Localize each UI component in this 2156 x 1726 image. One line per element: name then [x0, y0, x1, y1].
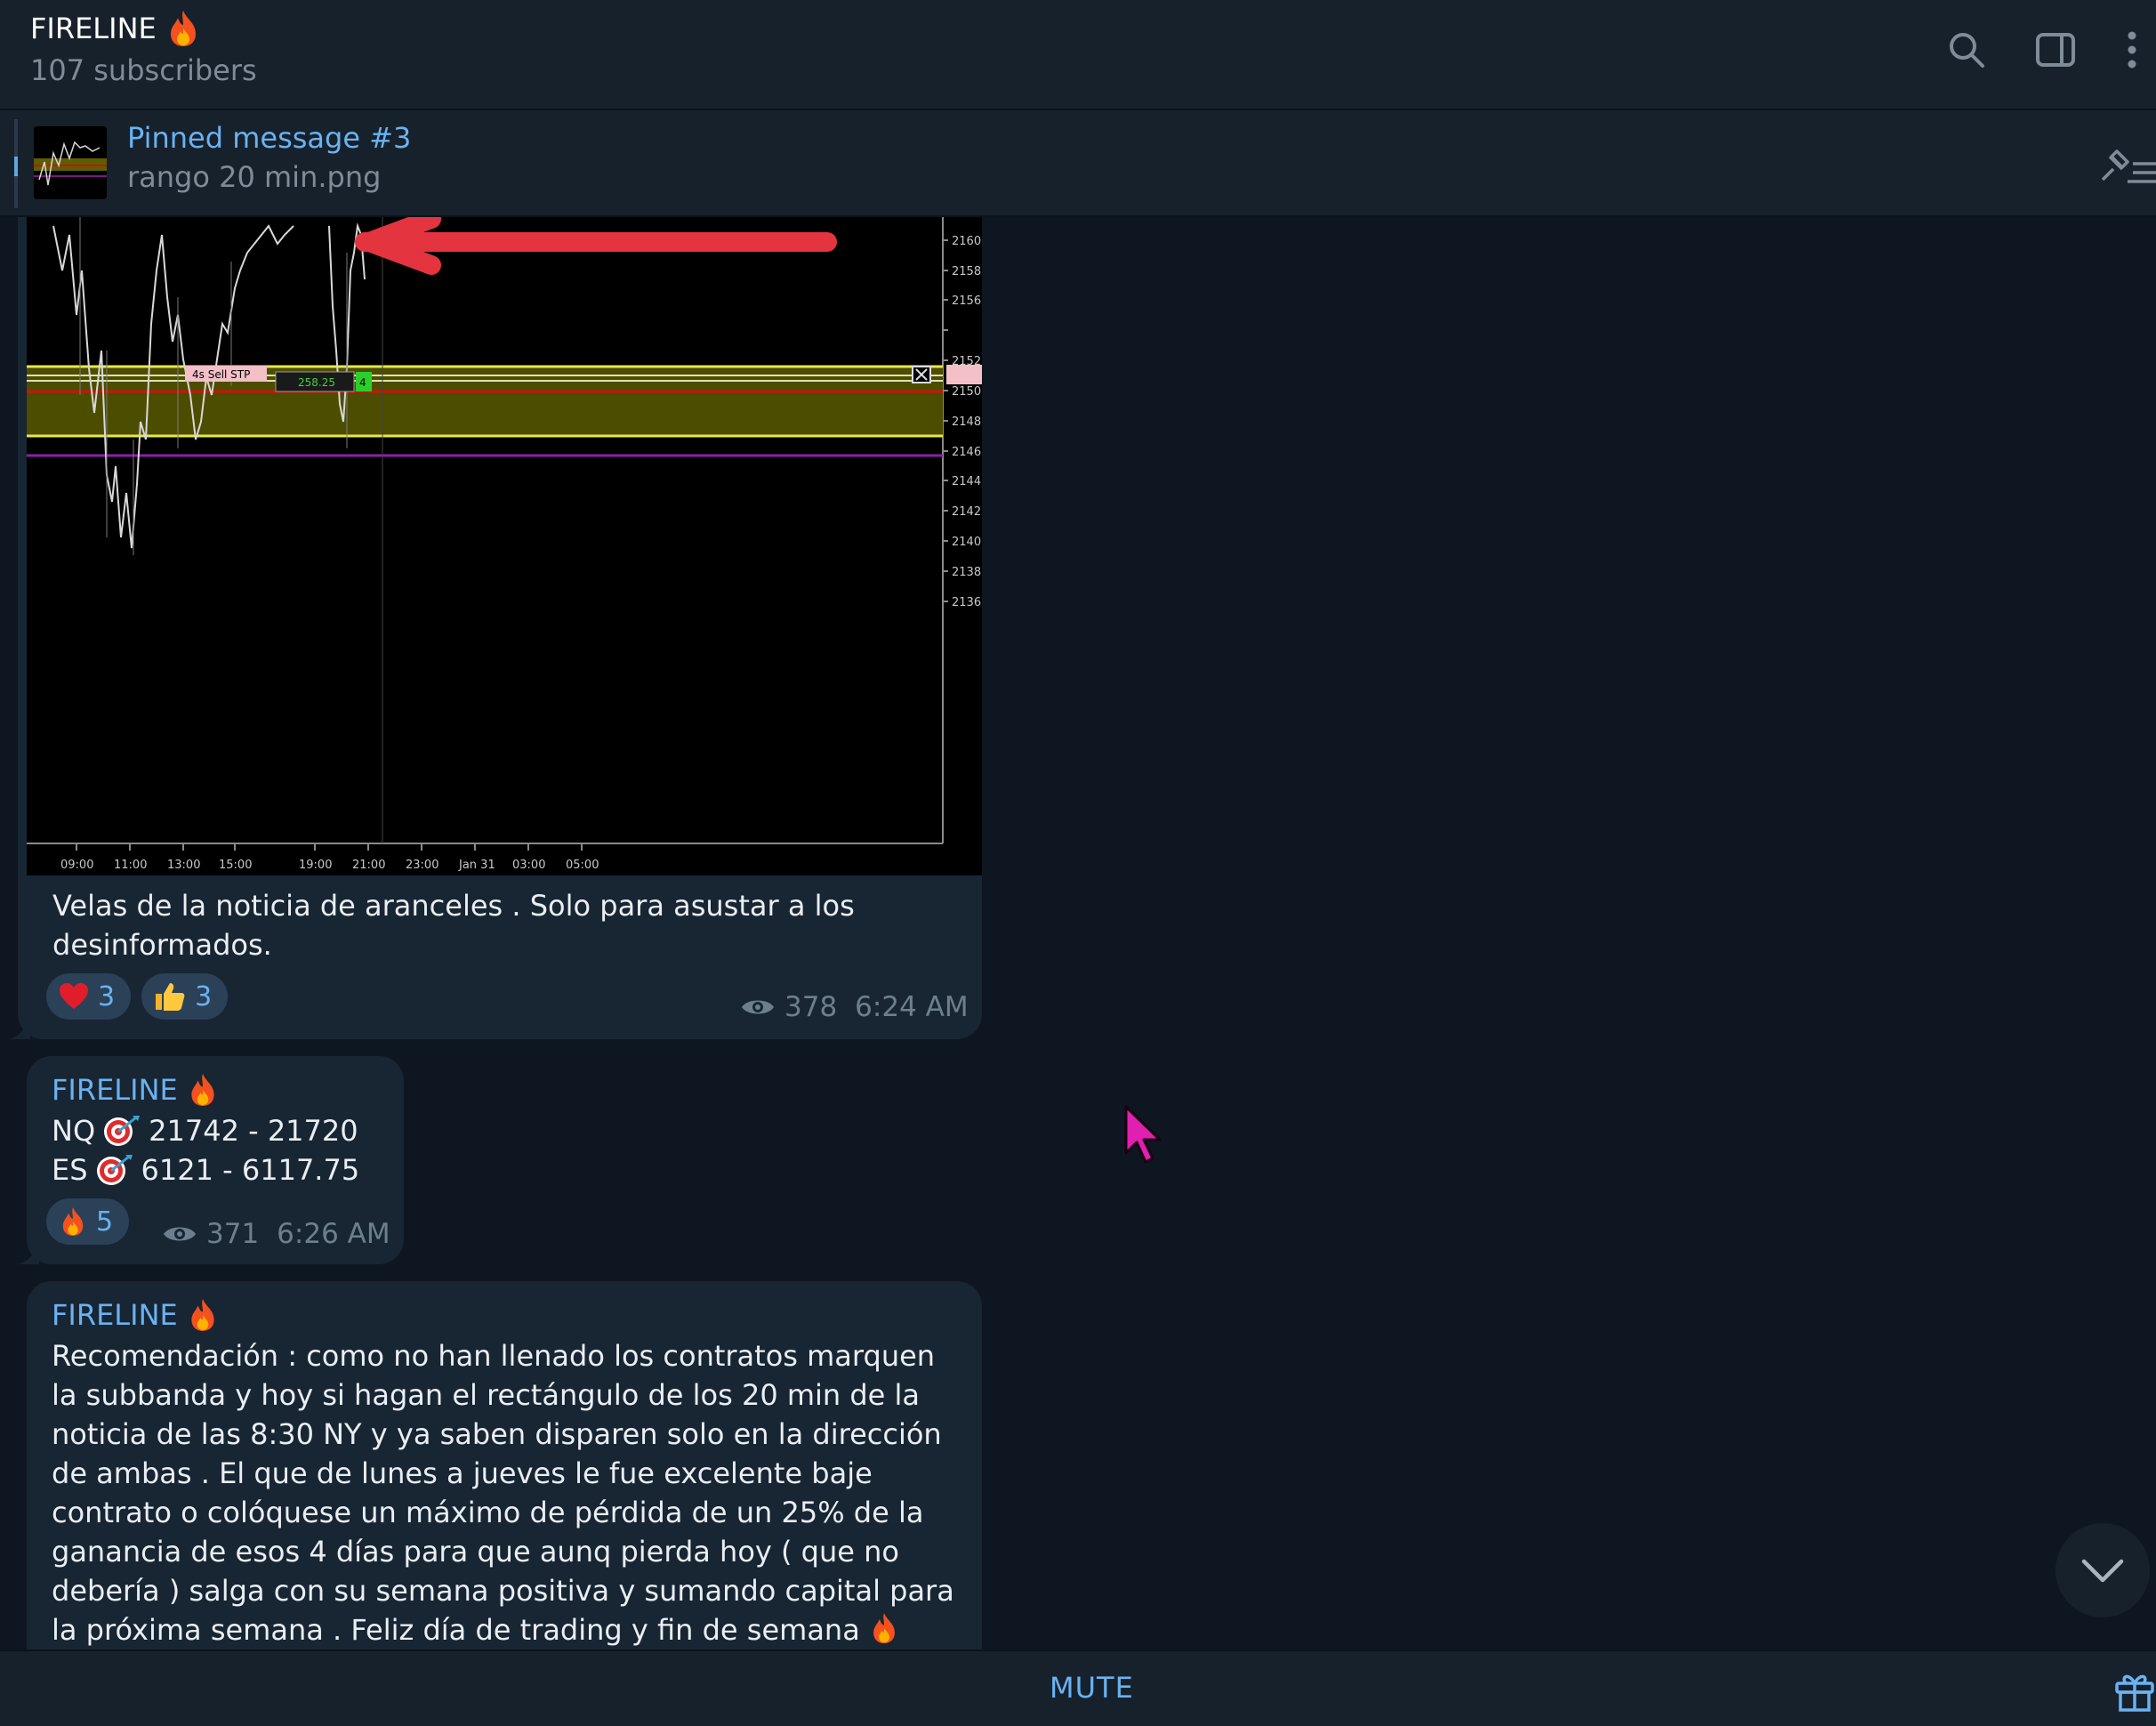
line-text: 21742 - 21720 [149, 1114, 358, 1148]
heart-icon [60, 983, 88, 1009]
view-count: 371 [206, 1218, 260, 1250]
time-label: 05:00 [566, 859, 599, 872]
line-prefix: NQ [52, 1114, 96, 1148]
price-label: 21500.0 [952, 385, 982, 399]
message-text: Recomendación : como no han llenado los … [52, 1336, 968, 1649]
time-label: 03:00 [512, 859, 545, 872]
fire-icon [191, 1074, 214, 1106]
pinned-list-icon[interactable] [2096, 144, 2156, 189]
time-label: 13:00 [167, 859, 200, 872]
price-label: 21520.0 [952, 355, 982, 368]
message-bubble-chart[interactable]: 4s Sell STP 258.25 4 21600.0 21580.0 21560… [9, 217, 982, 1039]
price-label: 21360.0 [952, 596, 982, 609]
reaction-row: 3 3 [46, 973, 229, 1020]
reaction-fire[interactable]: 5 [46, 1198, 130, 1245]
message-bubble-targets[interactable]: FIRELINE NQ 21742 - 21720 ES 6121 - 6117… [18, 1056, 404, 1264]
scroll-to-bottom-button[interactable] [2055, 1523, 2150, 1617]
thumbs-up-icon [156, 983, 185, 1011]
price-label: 21380.0 [952, 566, 982, 579]
message-caption: Velas de la noticia de aranceles . Solo … [52, 889, 855, 962]
price-label: 21420.0 [952, 505, 982, 519]
sender-name: FIRELINE [52, 1298, 178, 1332]
sidebar-toggle-icon[interactable] [2031, 25, 2080, 75]
subscriber-count: 107 subscribers [30, 53, 257, 87]
line-prefix: ES [52, 1153, 88, 1187]
pinned-indicator [14, 119, 18, 208]
reaction-thumbs-up[interactable]: 3 [141, 973, 229, 1020]
chat-header[interactable]: FIRELINE 107 subscribers [0, 0, 2156, 110]
search-icon[interactable] [1942, 25, 1991, 75]
time-label: 09:00 [60, 859, 93, 872]
price-label: 21440.0 [952, 475, 982, 488]
order-label: 4s Sell STP [192, 368, 250, 381]
message-time: 6:26 AM [277, 1218, 390, 1250]
channel-title[interactable]: FIRELINE [30, 9, 201, 48]
pinned-subtitle: rango 20 min.png [127, 160, 382, 194]
order-value: 258.25 [298, 376, 335, 389]
bubble-tail [18, 1243, 39, 1264]
target-icon [104, 1116, 141, 1146]
message-meta: 371 6:26 AM [162, 1218, 390, 1250]
time-label: Jan 31 [458, 859, 495, 872]
bubble-tail [9, 1018, 30, 1039]
price-label: 21460.0 [952, 446, 982, 459]
price-label: 21480.0 [952, 415, 982, 429]
reaction-count: 3 [195, 980, 213, 1012]
fire-icon [191, 1299, 214, 1331]
pinned-thumbnail [34, 126, 107, 199]
pinned-title: Pinned message #3 [127, 121, 412, 155]
channel-name: FIRELINE [30, 12, 157, 45]
pinned-message-bar[interactable]: Pinned message #3 rango 20 min.png [0, 110, 2156, 217]
sender-name: FIRELINE [52, 1073, 178, 1107]
message-body: Recomendación : como no han llenado los … [52, 1339, 954, 1647]
fire-icon [170, 11, 196, 46]
price-label: 21560.0 [952, 294, 982, 308]
gift-icon[interactable] [2113, 1669, 2156, 1712]
trading-chart-image[interactable]: 4s Sell STP 258.25 4 21600.0 21580.0 21560… [27, 217, 982, 875]
line-text: 6121 - 6117.75 [141, 1153, 360, 1187]
reaction-row: 5 [46, 1198, 130, 1245]
time-label: 23:00 [406, 859, 438, 872]
message-meta: 378 6:24 AM [740, 991, 969, 1023]
reaction-count: 5 [96, 1206, 114, 1238]
message-sender[interactable]: FIRELINE [52, 1297, 219, 1333]
fire-icon [873, 1613, 895, 1643]
price-label: 21600.0 [952, 235, 982, 248]
chart-svg: 4s Sell STP 258.25 4 21600.0 21580.0 21560… [27, 217, 982, 875]
price-label: 21580.0 [952, 265, 982, 278]
time-label: 15:00 [219, 859, 252, 872]
reaction-heart[interactable]: 3 [46, 973, 132, 1020]
fire-icon [62, 1207, 84, 1236]
mute-button[interactable]: MUTE [1050, 1671, 1134, 1705]
target-line-es: ES 6121 - 6117.75 [52, 1150, 359, 1190]
mouse-cursor-icon [1124, 1105, 1162, 1164]
views-eye-icon [164, 1227, 196, 1241]
message-sender[interactable]: FIRELINE [52, 1072, 219, 1108]
time-label: 19:00 [299, 859, 332, 872]
message-bubble-recommendation[interactable]: FIRELINE Recomendación : como no han lle… [27, 1281, 982, 1673]
time-label: 21:00 [352, 859, 385, 872]
price-label: 21541.0 [952, 325, 982, 338]
views-eye-icon [742, 1000, 774, 1014]
target-icon [96, 1155, 133, 1185]
time-label: 11:00 [114, 859, 147, 872]
view-count: 378 [784, 991, 838, 1023]
price-label: 21400.0 [952, 536, 982, 549]
order-qty: 4 [359, 376, 366, 389]
more-vertical-icon[interactable] [2110, 25, 2154, 75]
bottom-bar: MUTE [0, 1649, 2156, 1726]
message-time: 6:24 AM [855, 991, 969, 1023]
chevron-down-icon [2081, 1559, 2124, 1583]
reaction-count: 3 [98, 980, 116, 1012]
target-line-nq: NQ 21742 - 21720 [52, 1111, 358, 1150]
